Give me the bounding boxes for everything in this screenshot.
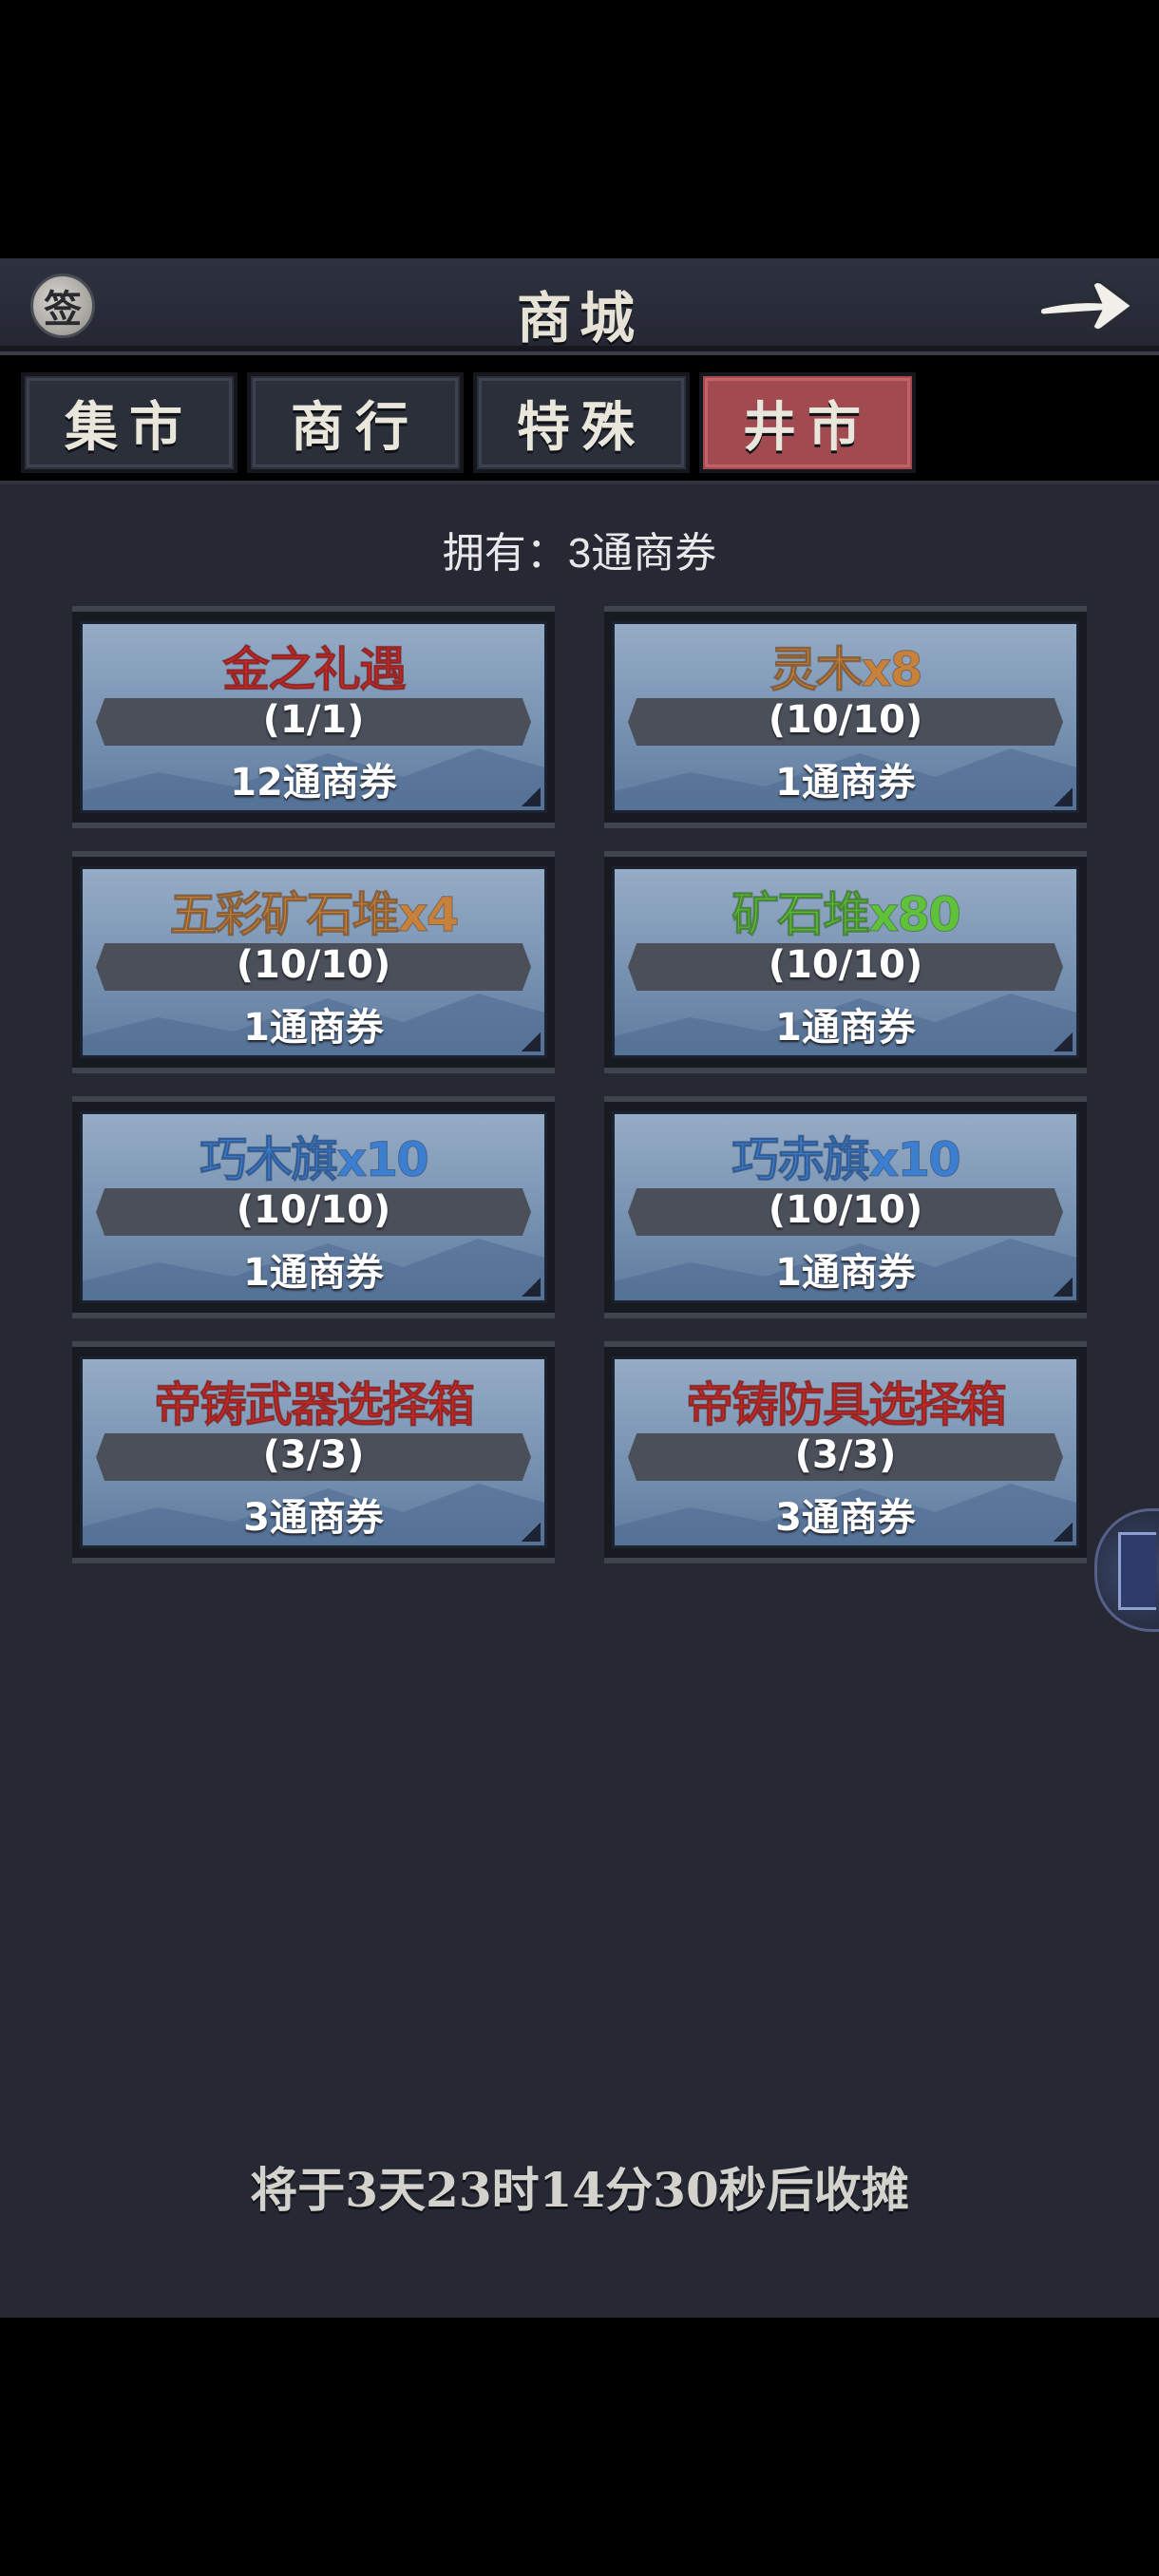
tab-trading-house[interactable]: 商行 <box>247 372 464 473</box>
shop-item-card[interactable]: 金之礼遇 (1/1) 12通商券 <box>72 606 555 828</box>
item-name: 灵木x8 <box>770 642 923 698</box>
top-letterbox <box>0 0 1159 258</box>
item-stock: (1/1) <box>262 698 365 742</box>
item-name: 金之礼遇 <box>222 642 408 698</box>
item-stock: (10/10) <box>768 943 923 987</box>
item-price: 12通商券 <box>230 761 397 805</box>
tab-well-market[interactable]: 井市 <box>699 372 916 473</box>
item-name: 五彩矿石堆x4 <box>169 887 460 943</box>
item-stock: (10/10) <box>236 1188 391 1232</box>
card-corner <box>1054 787 1073 806</box>
shop-item-card[interactable]: 灵木x8 (10/10) 1通商券 <box>604 606 1087 828</box>
shop-item-card[interactable]: 帝铸武器选择箱 (3/3) 3通商券 <box>72 1341 555 1563</box>
item-name: 巧赤旗x10 <box>732 1132 962 1188</box>
item-price: 3通商券 <box>243 1496 384 1540</box>
item-price: 1通商券 <box>775 1251 916 1295</box>
card-corner <box>1054 1278 1073 1297</box>
item-price: 1通商券 <box>243 1251 384 1295</box>
card-corner <box>1054 1523 1073 1542</box>
item-name: 巧木旗x10 <box>200 1132 430 1188</box>
shop-tabs: 集市 商行 特殊 井市 <box>21 372 916 473</box>
card-corner <box>1054 1032 1073 1051</box>
bottom-letterbox <box>0 2318 1159 2576</box>
card-corner <box>522 1032 541 1051</box>
item-stock: (10/10) <box>768 698 923 742</box>
book-icon <box>1118 1532 1156 1610</box>
item-price: 1通商券 <box>775 1006 916 1050</box>
card-corner <box>522 1278 541 1297</box>
page-title: 商城 <box>516 286 642 350</box>
arrow-right-icon[interactable] <box>1034 268 1138 342</box>
item-name: 帝铸武器选择箱 <box>154 1377 476 1433</box>
close-countdown: 将于3天23时14分30秒后收摊 <box>250 2162 909 2218</box>
item-grid: 金之礼遇 (1/1) 12通商券 灵木x8 (10/10) 1通商券 五彩矿石堆… <box>72 606 1087 1563</box>
tab-special[interactable]: 特殊 <box>473 372 690 473</box>
top-bar: 签 商城 <box>0 258 1159 351</box>
card-corner <box>522 1523 541 1542</box>
item-stock: (3/3) <box>262 1433 365 1477</box>
shop-panel: 拥有：3通商券 金之礼遇 (1/1) 12通商券 灵木x8 (10/10) 1通… <box>0 481 1159 2318</box>
shop-item-card[interactable]: 矿石堆x80 (10/10) 1通商券 <box>604 851 1087 1073</box>
item-stock: (10/10) <box>236 943 391 987</box>
item-stock: (10/10) <box>768 1188 923 1232</box>
item-price: 3通商券 <box>775 1496 916 1540</box>
shop-item-card[interactable]: 帝铸防具选择箱 (3/3) 3通商券 <box>604 1341 1087 1563</box>
item-price: 1通商券 <box>775 761 916 805</box>
item-name: 帝铸防具选择箱 <box>686 1377 1008 1433</box>
shop-item-card[interactable]: 巧木旗x10 (10/10) 1通商券 <box>72 1096 555 1318</box>
item-price: 1通商券 <box>243 1006 384 1050</box>
shop-item-card[interactable]: 巧赤旗x10 (10/10) 1通商券 <box>604 1096 1087 1318</box>
shop-item-card[interactable]: 五彩矿石堆x4 (10/10) 1通商券 <box>72 851 555 1073</box>
owned-currency: 拥有：3通商券 <box>442 530 717 577</box>
item-stock: (3/3) <box>794 1433 897 1477</box>
tab-market[interactable]: 集市 <box>21 372 238 473</box>
item-name: 矿石堆x80 <box>732 887 962 943</box>
card-corner <box>522 787 541 806</box>
